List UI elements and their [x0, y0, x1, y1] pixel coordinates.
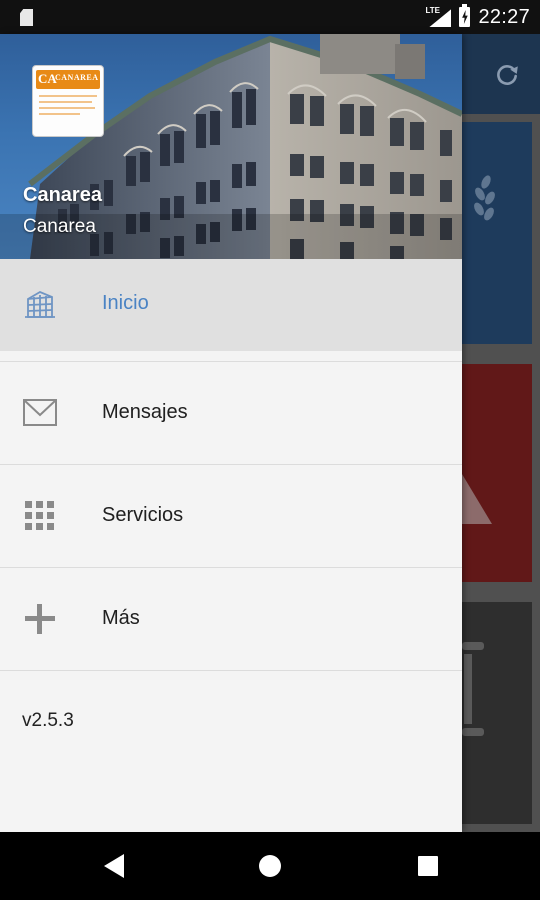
triangle-icon [462, 474, 492, 524]
drawer-header: CA CANAREA Canarea Canarea [0, 34, 462, 259]
building-icon [25, 290, 55, 318]
refresh-icon[interactable] [494, 62, 520, 88]
sd-card-indicator [20, 9, 33, 26]
menu-label-mas: Más [102, 607, 140, 629]
menu-item-mensajes[interactable]: Mensajes [0, 362, 462, 465]
status-clock: 22:27 [478, 5, 530, 28]
recents-icon[interactable] [418, 856, 438, 876]
column-icon [462, 642, 484, 736]
charging-bolt-icon [462, 10, 468, 24]
sd-card-icon [20, 9, 33, 26]
battery-charging-icon [459, 4, 471, 27]
menu-item-mas[interactable]: Más [0, 568, 462, 671]
menu-item-inicio[interactable]: Inicio [0, 259, 462, 362]
background-card-blue[interactable] [460, 122, 532, 344]
background-card-red[interactable] [460, 364, 532, 582]
background-card-gray[interactable] [460, 602, 532, 824]
plus-icon [25, 604, 55, 634]
canarea-logo: CA CANAREA [32, 65, 104, 137]
menu-label-mensajes: Mensajes [102, 401, 188, 423]
laurel-icon [474, 175, 495, 221]
status-bar: LTE 22:27 [0, 0, 540, 34]
logo-band: CA CANAREA [36, 70, 100, 89]
drawer-menu: Inicio Mensajes Servicios Más [0, 259, 462, 671]
system-nav-bar [0, 832, 540, 900]
logo-mark: CA [38, 71, 57, 86]
navigation-drawer: CA CANAREA Canarea Canarea Inicio Mensaj… [0, 34, 462, 832]
grid-icon [25, 501, 54, 530]
menu-item-servicios[interactable]: Servicios [0, 465, 462, 568]
mail-icon [23, 399, 57, 426]
network-type-label: LTE [425, 6, 440, 15]
menu-label-servicios: Servicios [102, 504, 184, 526]
logo-tagline [39, 95, 97, 119]
back-icon[interactable] [104, 854, 124, 878]
lte-signal-icon: LTE [425, 6, 452, 27]
drawer-header-subtitle: Canarea [23, 216, 96, 237]
logo-text: CANAREA [55, 73, 99, 82]
menu-label-inicio: Inicio [102, 292, 149, 314]
app-version: v2.5.3 [22, 710, 74, 731]
drawer-header-title: Canarea [23, 184, 102, 206]
status-indicators: LTE 22:27 [425, 0, 530, 34]
home-icon[interactable] [259, 855, 281, 877]
